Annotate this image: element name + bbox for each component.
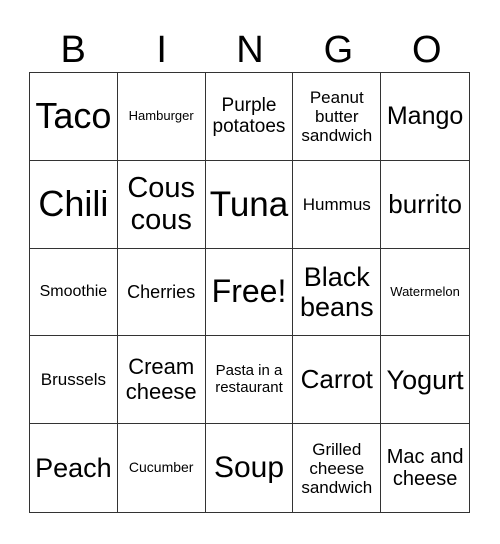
bingo-cell: Black beans bbox=[293, 248, 382, 337]
header-letter-o: O bbox=[412, 29, 442, 71]
bingo-cell: Hamburger bbox=[117, 73, 206, 161]
bingo-cell: Purple potatoes bbox=[205, 73, 294, 161]
header-letter-b: B bbox=[60, 29, 86, 71]
bingo-cell: Cream cheese bbox=[117, 336, 206, 425]
bingo-cell: Taco bbox=[30, 73, 118, 161]
bingo-cell: Cous cous bbox=[117, 160, 206, 249]
bingo-cell: Mac and cheese bbox=[386, 445, 464, 491]
bingo-cell: Peanut butter sandwich bbox=[293, 73, 382, 161]
bingo-cell: Soup bbox=[206, 424, 294, 512]
bingo-cell: Hummus bbox=[293, 160, 382, 249]
bingo-grid: Taco Hamburger Purple potatoes Peanut bu… bbox=[29, 72, 470, 513]
header-letter-i: I bbox=[156, 29, 167, 71]
bingo-cell: Tuna bbox=[205, 160, 294, 249]
bingo-cell: Mango bbox=[381, 73, 469, 161]
bingo-cell: Carrot bbox=[293, 336, 382, 425]
header-letter-n: N bbox=[236, 29, 264, 71]
bingo-cell: Grilled cheese sandwich bbox=[293, 424, 382, 512]
bingo-cell: Smoothie bbox=[30, 248, 118, 337]
free-cell: Free! bbox=[205, 248, 294, 337]
bingo-cell: burrito bbox=[381, 161, 469, 249]
bingo-cell: Brussels bbox=[30, 336, 118, 425]
bingo-header: B I N G O bbox=[29, 28, 471, 72]
bingo-cell: Cucumber bbox=[118, 424, 206, 512]
bingo-cell: Cherries bbox=[117, 248, 206, 337]
bingo-cell: Yogurt bbox=[381, 336, 469, 425]
bingo-cell: Watermelon bbox=[381, 249, 469, 337]
bingo-cell: Chili bbox=[30, 160, 118, 249]
bingo-cell: Pasta in a restaurant bbox=[205, 336, 294, 425]
bingo-cell: Peach bbox=[30, 424, 118, 512]
header-letter-g: G bbox=[323, 29, 354, 71]
